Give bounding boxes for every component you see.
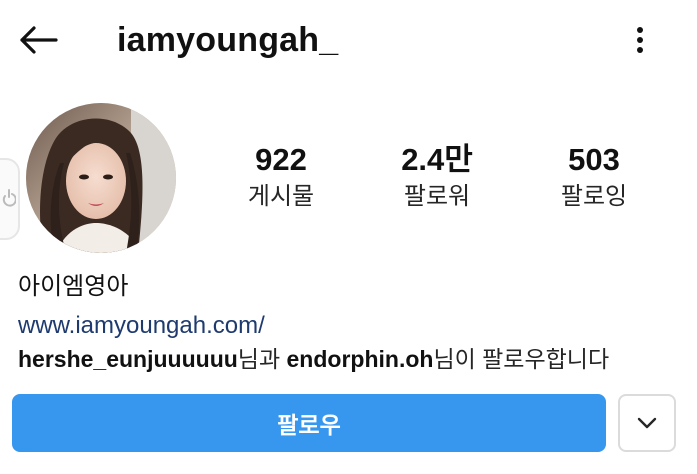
following-count: 503 xyxy=(568,142,620,177)
side-edge-widget[interactable] xyxy=(0,158,20,240)
more-options-button[interactable] xyxy=(620,18,660,62)
posts-label: 게시물 xyxy=(247,183,315,210)
followed-by-suffix: 님이 팔로우합니다 xyxy=(433,346,610,372)
followers-label: 팔로워 xyxy=(403,183,471,210)
stat-posts[interactable]: 922 게시물 xyxy=(201,140,361,214)
stat-following[interactable]: 503 팔로잉 xyxy=(514,140,674,214)
arrow-left-icon xyxy=(20,26,58,54)
followers-count: 2.4만 xyxy=(401,142,473,177)
suggested-accounts-dropdown-button[interactable] xyxy=(618,394,676,452)
profile-website-link[interactable]: www.iamyoungah.com/ xyxy=(18,310,265,342)
mutual-follower-1[interactable]: hershe_eunjuuuuuu xyxy=(18,346,238,372)
top-bar: iamyoungah_ xyxy=(0,0,697,80)
refresh-icon xyxy=(2,189,16,207)
chevron-down-icon xyxy=(637,417,657,429)
vertical-ellipsis-icon xyxy=(637,27,643,53)
followed-by-connector: 님과 xyxy=(237,346,287,372)
profile-display-name: 아이엠영아 xyxy=(18,273,129,300)
avatar-photo xyxy=(26,103,176,253)
followed-by-text: hershe_eunjuuuuuu님과 endorphin.oh님이 팔로우합니… xyxy=(18,343,609,375)
back-button[interactable] xyxy=(14,20,62,60)
follow-button[interactable]: 팔로우 xyxy=(12,394,606,452)
profile-avatar[interactable] xyxy=(26,103,176,253)
following-label: 팔로잉 xyxy=(560,183,628,210)
mutual-follower-2[interactable]: endorphin.oh xyxy=(287,346,434,372)
profile-screen: iamyoungah_ 922 게시물 2.4만 팔로워 503 팔로잉 아이엠… xyxy=(0,0,697,474)
profile-username-title: iamyoungah_ xyxy=(117,21,339,59)
stat-followers[interactable]: 2.4만 팔로워 xyxy=(357,140,517,214)
posts-count: 922 xyxy=(255,142,307,177)
